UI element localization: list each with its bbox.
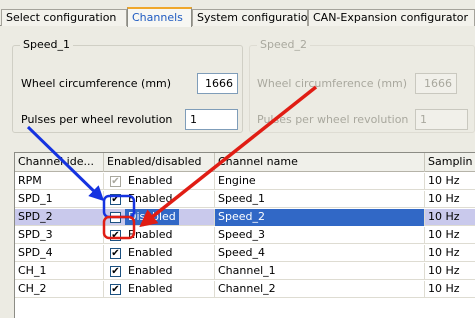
speed-1-group: Speed_1 Wheel circumference (mm) 1666 Pu… [12, 38, 243, 133]
table-row[interactable]: CH_2 ✔ Enabled Channel_2 10 Hz [15, 281, 475, 298]
tab-system-configuration[interactable]: System configuration [192, 9, 308, 26]
enabled-cell: ✔ Enabled [104, 263, 215, 280]
enabled-status-label: Enabled [128, 192, 173, 205]
enabled-checkbox[interactable]: ✔ [110, 248, 121, 259]
channel-id-cell: SPD_1 [15, 191, 104, 208]
column-header-enabled[interactable]: Enabled/disabled [104, 153, 215, 172]
channel-name-cell[interactable]: Channel_1 [215, 263, 425, 280]
enabled-status-label: Enabled [128, 246, 173, 259]
channel-id-cell: CH_2 [15, 281, 104, 298]
channel-name-cell[interactable]: Engine [215, 173, 425, 190]
enabled-cell: ✔ Enabled [104, 173, 215, 190]
table-row[interactable]: RPM ✔ Enabled Engine 10 Hz [15, 173, 475, 190]
table-row[interactable]: CH_1 ✔ Enabled Channel_1 10 Hz [15, 263, 475, 280]
speed-2-pulses-input: 1 [415, 109, 468, 130]
channel-name-cell[interactable]: Speed_3 [215, 227, 425, 244]
enabled-status-label: Disabled [125, 209, 179, 225]
tab-strip: Select configuration Channels System con… [0, 0, 475, 27]
table-row[interactable]: SPD_2 Disabled Speed_2 10 Hz [15, 209, 475, 226]
enabled-cell: Disabled [104, 209, 215, 226]
speed-1-pulses-input[interactable]: 1 [185, 109, 238, 130]
enabled-status-label: Enabled [128, 228, 173, 241]
sampling-rate-cell: 10 Hz [428, 228, 460, 241]
tab-channels[interactable]: Channels [127, 7, 192, 27]
enabled-status-label: Enabled [128, 264, 173, 277]
enabled-checkbox[interactable]: ✔ [110, 194, 121, 205]
channels-table: Channel ide... Enabled/disabled Channel … [14, 152, 475, 318]
table-row[interactable]: SPD_3 ✔ Enabled Speed_3 10 Hz [15, 227, 475, 244]
enabled-cell: ✔ Enabled [104, 191, 215, 208]
channel-id-cell: RPM [15, 173, 104, 190]
table-row[interactable]: SPD_4 ✔ Enabled Speed_4 10 Hz [15, 245, 475, 262]
speed-1-wheel-label: Wheel circumference (mm) [21, 77, 172, 90]
column-header-sampling[interactable]: Samplin [425, 153, 475, 172]
channel-name-cell[interactable]: Speed_2 [215, 209, 425, 226]
enabled-checkbox[interactable]: ✔ [110, 284, 121, 295]
channel-name-cell[interactable]: Speed_1 [215, 191, 425, 208]
enabled-cell: ✔ Enabled [104, 281, 215, 298]
sampling-rate-cell: 10 Hz [428, 174, 460, 187]
speed-1-wheel-input[interactable]: 1666 [197, 73, 238, 94]
speed-2-pulses-label: Pulses per wheel revolution [257, 113, 409, 126]
enabled-status-label: Enabled [128, 282, 173, 295]
channel-id-cell: SPD_3 [15, 227, 104, 244]
column-header-channel-id[interactable]: Channel ide... [15, 153, 104, 172]
tab-select-configuration[interactable]: Select configuration [1, 9, 127, 26]
speed-2-group: Speed_2 Wheel circumference (mm) 1666 Pu… [249, 38, 475, 133]
enabled-checkbox[interactable] [110, 212, 121, 223]
enabled-checkbox[interactable]: ✔ [110, 176, 121, 187]
column-header-channel-name[interactable]: Channel name [215, 153, 425, 172]
sampling-rate-cell: 10 Hz [428, 246, 460, 259]
table-header: Channel ide... Enabled/disabled Channel … [15, 153, 475, 172]
table-row[interactable]: SPD_1 ✔ Enabled Speed_1 10 Hz [15, 191, 475, 208]
sampling-rate-cell: 10 Hz [428, 282, 460, 295]
channel-id-cell: CH_1 [15, 263, 104, 280]
speed-2-wheel-label: Wheel circumference (mm) [257, 77, 408, 90]
speed-1-title: Speed_1 [20, 38, 73, 51]
speed-1-pulses-label: Pulses per wheel revolution [21, 113, 173, 126]
enabled-status-label: Enabled [128, 174, 173, 187]
speed-2-title: Speed_2 [257, 38, 310, 51]
sampling-rate-cell: 10 Hz [428, 210, 460, 223]
sampling-rate-cell: 10 Hz [428, 192, 460, 205]
speed-2-wheel-input: 1666 [415, 73, 457, 94]
enabled-checkbox[interactable]: ✔ [110, 230, 121, 241]
channel-id-cell: SPD_2 [15, 209, 104, 226]
enabled-checkbox[interactable]: ✔ [110, 266, 121, 277]
enabled-cell: ✔ Enabled [104, 245, 215, 262]
channel-id-cell: SPD_4 [15, 245, 104, 262]
enabled-cell: ✔ Enabled [104, 227, 215, 244]
sampling-rate-cell: 10 Hz [428, 264, 460, 277]
channel-name-cell[interactable]: Speed_4 [215, 245, 425, 262]
channel-name-cell[interactable]: Channel_2 [215, 281, 425, 298]
tab-can-expansion-configurator[interactable]: CAN-Expansion configurator [308, 9, 475, 26]
